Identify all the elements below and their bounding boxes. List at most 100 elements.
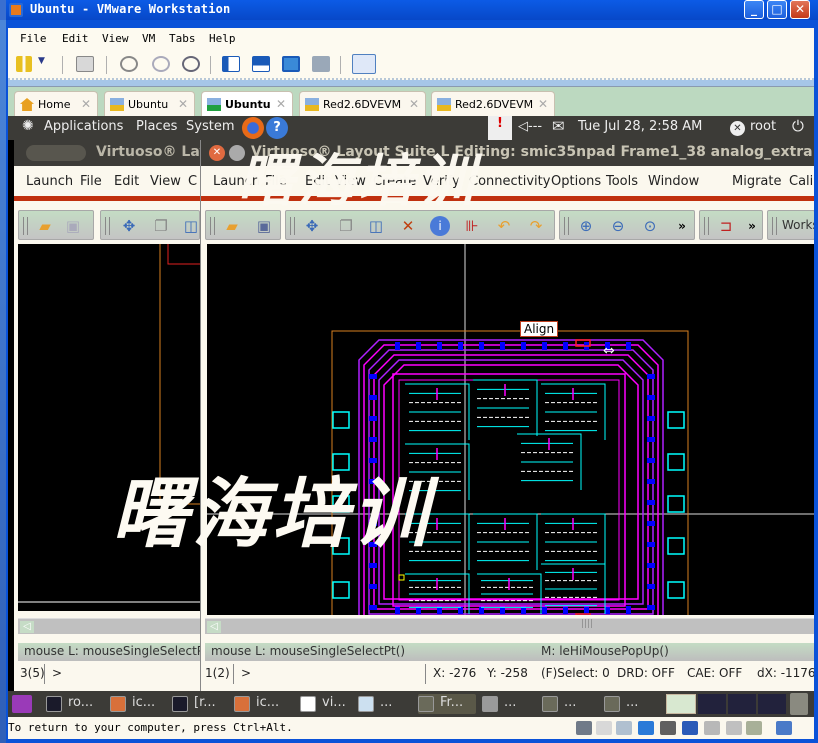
clock[interactable]: Tue Jul 28, 2:58 AM [578, 119, 702, 134]
workspace-2[interactable] [698, 694, 726, 714]
tab-red2-1[interactable]: Red2.6DVEVM ✕ [299, 91, 426, 117]
message-icon[interactable] [776, 721, 792, 735]
menu-file[interactable]: File [265, 174, 287, 189]
copy-icon[interactable]: ❐ [151, 216, 171, 236]
network-status-icon[interactable]: ! [488, 116, 512, 140]
dropdown-arrow-icon[interactable]: ▼ [38, 56, 46, 72]
toolbar-overflow-button[interactable]: » [742, 216, 762, 236]
taskbar-item[interactable]: ic... [234, 694, 292, 714]
redo-icon[interactable]: ↷ [526, 216, 546, 236]
sound-icon[interactable] [682, 721, 698, 735]
open-icon[interactable]: ▰ [222, 216, 242, 236]
usb-icon[interactable] [726, 721, 742, 735]
snapshot-take-icon[interactable] [120, 56, 138, 72]
sidebar-toggle-icon[interactable] [222, 56, 240, 72]
window-minimize-icon[interactable] [229, 145, 245, 161]
taskbar-item[interactable]: ... [604, 694, 662, 714]
copy-icon[interactable]: ❐ [336, 216, 356, 236]
menu-tabs[interactable]: Tabs [169, 32, 196, 45]
fullscreen-icon[interactable] [282, 56, 300, 72]
thumbnail-bar-icon[interactable] [252, 56, 270, 72]
menu-system[interactable]: System [186, 119, 234, 134]
tab-close-icon[interactable]: ✕ [81, 97, 91, 111]
cd-rom-icon[interactable] [596, 721, 612, 735]
menu-file[interactable]: File [20, 32, 47, 45]
workspace-3[interactable] [728, 694, 756, 714]
ubuntu-logo-icon[interactable]: ✺ [22, 118, 34, 134]
open-icon[interactable]: ▰ [35, 216, 55, 236]
menu-launch[interactable]: Launch [213, 174, 260, 189]
save-icon[interactable]: ▣ [254, 216, 274, 236]
taskbar-item[interactable]: ic... [110, 694, 168, 714]
toolbar-grip[interactable] [23, 217, 28, 235]
power-icon[interactable]: ⏻ [792, 117, 804, 135]
layout-canvas-right[interactable]: Align ⇔ [207, 244, 814, 615]
zoom-out-icon[interactable]: ⊖ [608, 216, 628, 236]
scroll-thumb-grip[interactable]: |||| [581, 619, 593, 629]
taskbar-item[interactable]: ... [542, 694, 600, 714]
properties-icon[interactable]: i [430, 216, 450, 236]
right-horizontal-scrollbar[interactable]: ◁ |||| [205, 618, 814, 634]
webcam-icon[interactable] [704, 721, 720, 735]
move-icon[interactable]: ✥ [302, 216, 322, 236]
minimize-button[interactable]: _ [744, 0, 764, 19]
toolbar-grip[interactable] [210, 217, 215, 235]
menu-view[interactable]: View [335, 174, 366, 189]
firefox-icon[interactable] [242, 117, 264, 139]
workspace-selector[interactable]: Works [782, 218, 814, 232]
unity-icon[interactable] [312, 56, 330, 72]
tab-red2-2[interactable]: Red2.6DVEVM ✕ [431, 91, 555, 117]
add-pin-icon[interactable]: ⊐ [716, 216, 736, 236]
hard-disk-icon[interactable] [576, 721, 592, 735]
help-icon[interactable]: ? [266, 117, 288, 139]
taskbar-item[interactable]: vi... [300, 694, 358, 714]
user-name[interactable]: root [750, 119, 776, 134]
scroll-left-arrow[interactable]: ◁ [207, 621, 221, 633]
menu-verify[interactable]: Verify [423, 174, 460, 189]
layout-canvas-left[interactable] [18, 244, 200, 611]
menu-applications[interactable]: Applications [44, 119, 123, 134]
toolbar-grip[interactable] [105, 217, 110, 235]
toolbar-grip[interactable] [704, 217, 709, 235]
tab-close-icon[interactable]: ✕ [409, 97, 419, 111]
maximize-button[interactable]: □ [767, 0, 787, 19]
toolbar-grip[interactable] [290, 217, 295, 235]
tab-close-icon[interactable]: ✕ [276, 97, 286, 111]
stretch-icon[interactable]: ◫ [181, 216, 201, 236]
close-button[interactable]: ✕ [790, 0, 810, 19]
workspace-1[interactable] [666, 694, 696, 714]
taskbar-item[interactable]: ... [358, 694, 416, 714]
snapshot-manager-icon[interactable] [182, 56, 200, 72]
menu-calibre[interactable]: Calibre [789, 174, 814, 189]
printer-icon[interactable] [660, 721, 676, 735]
tab-ubuntu-1[interactable]: Ubuntu ✕ [104, 91, 195, 117]
undo-icon[interactable]: ↶ [494, 216, 514, 236]
left-horizontal-scrollbar[interactable]: ◁ [18, 618, 200, 634]
taskbar-item[interactable]: [r... [172, 694, 230, 714]
menu-edit[interactable]: Edit [62, 32, 89, 45]
vmware-titlebar[interactable]: Ubuntu - VMware Workstation _ □ ✕ [6, 0, 818, 20]
menu-edit[interactable]: Edit [305, 174, 330, 189]
virtuoso-left-titlebar[interactable]: Virtuoso® Lay [14, 140, 208, 166]
menu-create[interactable]: C [188, 174, 197, 189]
menu-window[interactable]: Window [648, 174, 699, 189]
menu-help[interactable]: Help [209, 32, 236, 45]
menu-file[interactable]: File [80, 174, 102, 189]
tab-close-icon[interactable]: ✕ [178, 97, 188, 111]
stretch-icon[interactable]: ◫ [366, 216, 386, 236]
menu-vm[interactable]: VM [142, 32, 155, 45]
zoom-in-icon[interactable]: ⊕ [576, 216, 596, 236]
pause-icon[interactable] [16, 56, 32, 72]
menu-options[interactable]: Options [551, 174, 601, 189]
tab-home[interactable]: Home ✕ [14, 91, 98, 117]
save-icon[interactable]: ▣ [63, 216, 83, 236]
network-icon[interactable] [638, 721, 654, 735]
menu-migrate[interactable]: Migrate [732, 174, 782, 189]
scroll-left-arrow[interactable]: ◁ [20, 621, 34, 633]
quick-switch-icon[interactable] [352, 54, 376, 74]
menu-places[interactable]: Places [136, 119, 177, 134]
toolbar-grip[interactable] [772, 217, 777, 235]
tab-ubuntu-2[interactable]: Ubuntu ✕ [201, 91, 293, 117]
menu-create[interactable]: Create [373, 174, 416, 189]
send-ctrl-alt-del-icon[interactable] [76, 56, 94, 72]
